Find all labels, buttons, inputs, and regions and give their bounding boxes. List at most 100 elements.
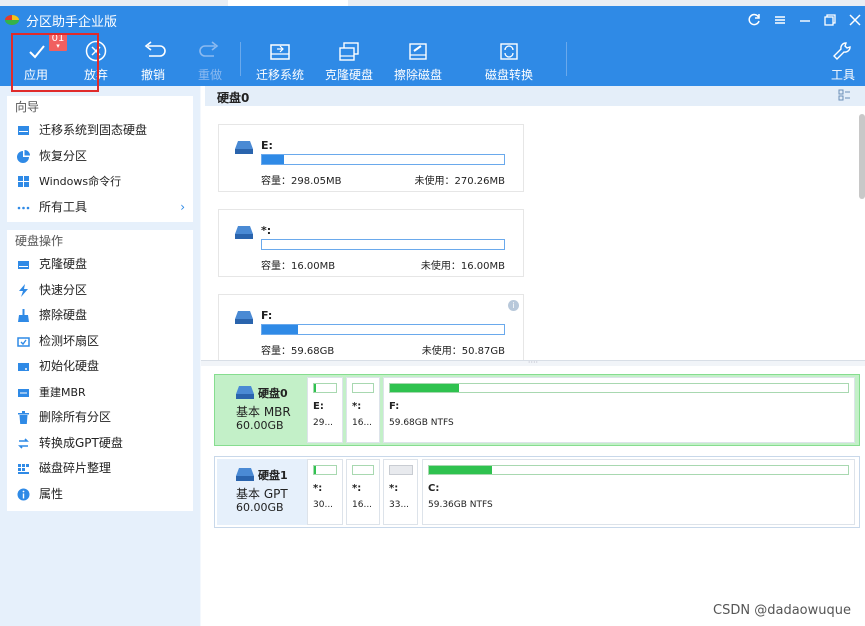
sidebar-item-defrag[interactable]: 磁盘碎片整理 [7, 456, 193, 482]
migrate-icon [18, 126, 29, 135]
close-icon[interactable] [847, 12, 863, 28]
usage-bar-fill [262, 155, 284, 164]
sidebar-item-properties[interactable]: 属性 [7, 482, 193, 508]
sidebar-item-all-tools[interactable]: 所有工具 › [7, 195, 193, 221]
minimize-icon[interactable] [797, 12, 813, 28]
sidebar-item-windows-cmd[interactable]: Windows命令行 [7, 169, 193, 195]
undo-button[interactable]: 撤销 [133, 40, 173, 86]
main-panel: 硬盘0 E: 容量：298.05MB 未使用：270.26MB *: 容量：16… [201, 86, 865, 626]
title-bar: 分区助手企业版 [0, 0, 865, 40]
drive-icon [236, 386, 254, 399]
partition-usage-fill [390, 384, 459, 392]
partition-free: 未使用：16.00MB [420, 261, 505, 272]
scan-icon [17, 336, 30, 347]
sidebar-item-convert-gpt[interactable]: 转换成GPT硬盘 [7, 431, 193, 457]
wipe-disk-button[interactable]: 擦除磁盘 [392, 40, 444, 86]
drive-icon [236, 468, 254, 481]
partition-label: F: [389, 401, 400, 412]
sidebar-item-clone-disk[interactable]: 克隆硬盘 [7, 252, 193, 278]
partition-size: 29... [313, 418, 334, 428]
disk-info: 硬盘0 基本 MBR 60.00GB [217, 377, 309, 443]
undo-label: 撤销 [140, 68, 165, 82]
disk-type: 基本 MBR [236, 405, 291, 419]
sidebar-item-label: 重建MBR [39, 385, 86, 399]
clone-icon [18, 261, 29, 269]
disk-name: 硬盘0 [258, 387, 288, 400]
sidebar-item-label: 删除所有分区 [39, 410, 112, 424]
disk-partition-block[interactable]: F: 59.68GB NTFS [383, 377, 855, 443]
sidebar-item-rebuild-mbr[interactable]: 重建MBR [7, 380, 193, 406]
tools-button[interactable]: 工具 [826, 40, 860, 86]
refresh-icon[interactable] [746, 12, 762, 28]
wrench-icon [833, 42, 851, 60]
partition-usage-fill [314, 466, 317, 474]
migrate-os-button[interactable]: 迁移系统 [254, 40, 306, 86]
info-icon[interactable]: i [508, 300, 519, 311]
sidebar-item-bad-sector-check[interactable]: 检测坏扇区 [7, 329, 193, 355]
partition-size: 16... [352, 418, 373, 428]
disk-row[interactable]: 硬盘1 基本 GPT 60.00GB *: 30... *: 16... *: … [214, 456, 860, 528]
toolbar-divider [566, 42, 567, 76]
lightning-icon [19, 283, 28, 297]
partition-usage-bar [389, 383, 849, 393]
app-logo-icon [5, 15, 19, 25]
sidebar-item-recover-partition[interactable]: 恢复分区 [7, 144, 193, 170]
disk-ops-title: 硬盘操作 [15, 234, 64, 248]
sidebar-item-delete-all-partitions[interactable]: 删除所有分区 [7, 405, 193, 431]
disk-convert-icon [500, 43, 518, 60]
partition-size: 33... [389, 500, 410, 510]
sidebar-item-label: 属性 [39, 486, 64, 501]
more-icon [17, 206, 30, 209]
partition-label: E: [313, 401, 324, 412]
sidebar-item-label: 恢复分区 [39, 148, 88, 163]
partition-size: 59.36GB NTFS [428, 500, 493, 510]
disk-size: 60.00GB [236, 419, 284, 432]
partition-free: 未使用：50.87GB [421, 346, 505, 357]
migrate-os-label: 迁移系统 [255, 68, 304, 82]
view-toggle-icon[interactable] [838, 89, 851, 102]
clone-disk-button[interactable]: 克隆硬盘 [323, 40, 375, 86]
feedback-icon[interactable] [772, 12, 788, 28]
disk-partition-block[interactable]: *: 16... [346, 459, 380, 525]
partition-usage-bar [352, 465, 374, 475]
wizard-panel: 向导 迁移系统到固态硬盘 恢复分区 Windows命令行 所有工具 › [7, 96, 193, 222]
disk-convert-button[interactable]: 磁盘转换 [482, 40, 536, 86]
sidebar-item-label: 初始化硬盘 [39, 359, 100, 373]
scrollbar-thumb[interactable] [859, 114, 865, 199]
partition-name: *: [261, 224, 272, 237]
restore-icon[interactable] [822, 12, 838, 28]
clone-disk-icon [339, 42, 359, 61]
sidebar-item-wipe-disk[interactable]: 擦除硬盘 [7, 303, 193, 329]
partition-size: 16... [352, 500, 373, 510]
toolbar-divider [240, 42, 241, 76]
browser-tab[interactable] [228, 0, 348, 6]
undo-icon [144, 41, 166, 57]
info-icon [17, 488, 30, 500]
sidebar-item-init-disk[interactable]: 初始化硬盘 [7, 354, 193, 380]
browser-tab-strip [0, 0, 865, 6]
disk-partition-block[interactable]: E: 29... [307, 377, 343, 443]
disk-partition-block[interactable]: C: 59.36GB NTFS [422, 459, 855, 525]
usage-bar [261, 324, 505, 335]
sidebar-item-quick-partition[interactable]: 快速分区 [7, 278, 193, 304]
disk-partition-block[interactable]: *: 30... [307, 459, 343, 525]
partition-label: *: [352, 483, 362, 494]
partition-size: 59.68GB NTFS [389, 418, 454, 428]
partition-card[interactable]: F: 容量：59.68GB 未使用：50.87GB [218, 294, 524, 362]
partition-card[interactable]: *: 容量：16.00MB 未使用：16.00MB [218, 209, 524, 277]
panel-splitter[interactable]: ···· [201, 359, 865, 367]
sidebar-item-migrate-ssd[interactable]: 迁移系统到固态硬盘 [7, 118, 193, 144]
partition-usage-bar [389, 465, 413, 475]
partition-size: 30... [313, 500, 334, 510]
toolbar: 应用 放弃 撤销 重做 迁移系统 克隆硬盘 擦除磁盘 磁盘转换 工具 [0, 40, 865, 86]
disk-partition-block[interactable]: *: 16... [346, 377, 380, 443]
disk-header-title: 硬盘0 [217, 91, 250, 105]
disk-row[interactable]: 硬盘0 基本 MBR 60.00GB E: 29... *: 16... F: … [214, 374, 860, 446]
partition-card[interactable]: E: 容量：298.05MB 未使用：270.26MB [218, 124, 524, 192]
partition-capacity: 容量：298.05MB [261, 176, 342, 187]
disk-partition-block[interactable]: *: 33... [383, 459, 418, 525]
wipe-disk-label: 擦除磁盘 [393, 68, 442, 82]
redo-button[interactable]: 重做 [190, 40, 230, 86]
rebuild-mbr-icon [18, 388, 29, 397]
partition-label: *: [389, 483, 399, 494]
